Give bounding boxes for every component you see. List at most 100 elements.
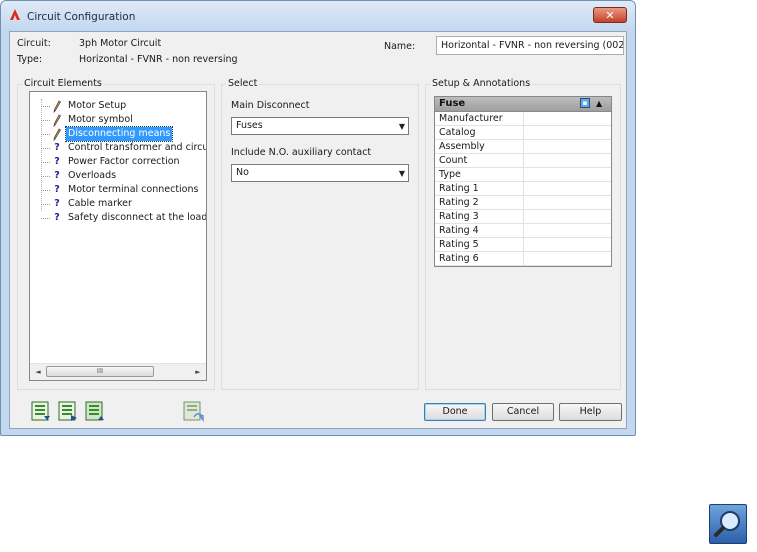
tree-item-label: Power Factor correction <box>68 156 180 167</box>
zoom-magnifier-icon[interactable] <box>709 504 747 544</box>
dropdown-arrow-icon: ▼ <box>398 122 405 131</box>
dialog-body: Circuit: 3ph Motor Circuit Type: Horizon… <box>9 31 627 429</box>
property-value[interactable] <box>523 252 611 265</box>
tree-branch <box>41 120 50 121</box>
question-icon: ? <box>54 198 60 209</box>
tree-item-control-transformer[interactable]: ? Control transformer and circuit - n <box>30 141 206 155</box>
property-name: Rating 3 <box>439 211 479 222</box>
property-name: Catalog <box>439 127 476 138</box>
grid-header: Fuse ▪ ▲ <box>435 97 611 112</box>
tree-item-motor-symbol[interactable]: Motor symbol <box>30 113 206 127</box>
tree-item-label: Motor symbol <box>68 114 133 125</box>
remove-element-icon[interactable] <box>84 400 106 422</box>
tree-horizontal-scrollbar[interactable]: ◄ III ► <box>30 363 206 380</box>
title-bar[interactable]: Circuit Configuration ✕ <box>1 1 635 31</box>
property-name: Manufacturer <box>439 113 503 124</box>
question-icon: ? <box>54 184 60 195</box>
tree-item-cable-marker[interactable]: ? Cable marker <box>30 197 206 211</box>
grid-row[interactable]: Rating 1 <box>435 182 611 196</box>
grid-row[interactable]: Manufacturer <box>435 112 611 126</box>
tree-item-label: Overloads <box>68 170 117 181</box>
scroll-thumb[interactable]: III <box>46 366 154 377</box>
tree-branch <box>41 176 50 177</box>
pencil-icon <box>53 128 61 141</box>
pencil-icon <box>53 100 61 113</box>
tree-item-disconnecting-means[interactable]: Disconnecting means <box>30 126 206 142</box>
circuit-label: Circuit: <box>17 38 51 49</box>
cancel-button[interactable]: Cancel <box>492 403 554 421</box>
property-name: Assembly <box>439 141 485 152</box>
property-name: Rating 4 <box>439 225 479 236</box>
grid-row[interactable]: Rating 4 <box>435 224 611 238</box>
grid-row[interactable]: Assembly <box>435 140 611 154</box>
property-name: Rating 5 <box>439 239 479 250</box>
tree-branch <box>41 106 50 107</box>
grid-row[interactable]: Type <box>435 168 611 182</box>
tree-item-overloads[interactable]: ? Overloads <box>30 169 206 183</box>
property-value[interactable] <box>523 126 611 139</box>
tree-branch <box>41 190 50 191</box>
scroll-left-arrow-icon[interactable]: ◄ <box>31 365 45 379</box>
tree-branch <box>41 204 50 205</box>
import-config-icon[interactable] <box>182 400 204 422</box>
tree-item-label: Motor Setup <box>68 100 127 111</box>
grid-row[interactable]: Rating 6 <box>435 252 611 266</box>
type-value: Horizontal - FVNR - non reversing <box>79 54 238 65</box>
close-button[interactable]: ✕ <box>593 7 627 23</box>
property-name: Rating 6 <box>439 253 479 264</box>
main-disconnect-dropdown[interactable]: Fuses ▼ <box>231 117 409 135</box>
properties-grid: Fuse ▪ ▲ Manufacturer Catalog Assembly C… <box>434 96 612 267</box>
property-name: Rating 2 <box>439 197 479 208</box>
property-name: Type <box>439 169 461 180</box>
grid-row[interactable]: Rating 2 <box>435 196 611 210</box>
property-value[interactable] <box>523 112 611 125</box>
tree-item-label-selected: Disconnecting means <box>64 126 174 142</box>
grid-row[interactable]: Rating 3 <box>435 210 611 224</box>
property-value[interactable] <box>523 238 611 251</box>
tree-item-safety-disconnect[interactable]: ? Safety disconnect at the load <box>30 211 206 225</box>
select-title: Select <box>226 78 260 89</box>
aux-contact-label: Include N.O. auxiliary contact <box>231 147 372 158</box>
question-icon: ? <box>54 170 60 181</box>
property-value[interactable] <box>523 196 611 209</box>
window-title: Circuit Configuration <box>27 11 136 23</box>
grid-row[interactable]: Rating 5 <box>435 238 611 252</box>
property-value[interactable] <box>523 154 611 167</box>
question-icon: ? <box>54 156 60 167</box>
circuit-configuration-dialog: Circuit Configuration ✕ Circuit: 3ph Mot… <box>0 0 636 436</box>
tree-item-power-factor-correction[interactable]: ? Power Factor correction <box>30 155 206 169</box>
add-element-icon[interactable] <box>30 400 52 422</box>
circuit-value: 3ph Motor Circuit <box>79 38 162 49</box>
done-button[interactable]: Done <box>424 403 486 421</box>
setup-annotations-title: Setup & Annotations <box>430 78 533 89</box>
collapse-icon[interactable]: ▲ <box>596 97 602 111</box>
tree-item-motor-setup[interactable]: Motor Setup <box>30 99 206 113</box>
name-label: Name: <box>384 41 416 52</box>
aux-contact-value: No <box>236 167 249 178</box>
grid-row[interactable]: Count <box>435 154 611 168</box>
property-name: Rating 1 <box>439 183 479 194</box>
property-value[interactable] <box>523 168 611 181</box>
property-value[interactable] <box>523 182 611 195</box>
circuit-elements-tree[interactable]: Motor Setup Motor symbol Disconnecting m… <box>29 91 207 381</box>
name-field[interactable]: Horizontal - FVNR - non reversing (002) <box>436 36 624 55</box>
tree-branch <box>41 134 50 135</box>
aux-contact-dropdown[interactable]: No ▼ <box>231 164 409 182</box>
question-icon: ? <box>54 212 60 223</box>
tree-item-motor-terminal-connections[interactable]: ? Motor terminal connections <box>30 183 206 197</box>
grid-row[interactable]: Catalog <box>435 126 611 140</box>
property-value[interactable] <box>523 210 611 223</box>
property-value[interactable] <box>523 224 611 237</box>
help-button[interactable]: Help <box>559 403 622 421</box>
property-value[interactable] <box>523 140 611 153</box>
tree-branch <box>41 148 50 149</box>
scroll-right-arrow-icon[interactable]: ► <box>191 365 205 379</box>
tree-branch <box>41 218 50 219</box>
tree-item-label: Safety disconnect at the load <box>68 212 207 223</box>
insert-element-icon[interactable] <box>57 400 79 422</box>
property-name: Count <box>439 155 468 166</box>
autocad-electrical-app-icon <box>10 9 20 20</box>
settings-icon[interactable]: ▪ <box>580 98 590 108</box>
grid-title: Fuse <box>439 98 466 109</box>
dropdown-arrow-icon: ▼ <box>398 169 405 178</box>
